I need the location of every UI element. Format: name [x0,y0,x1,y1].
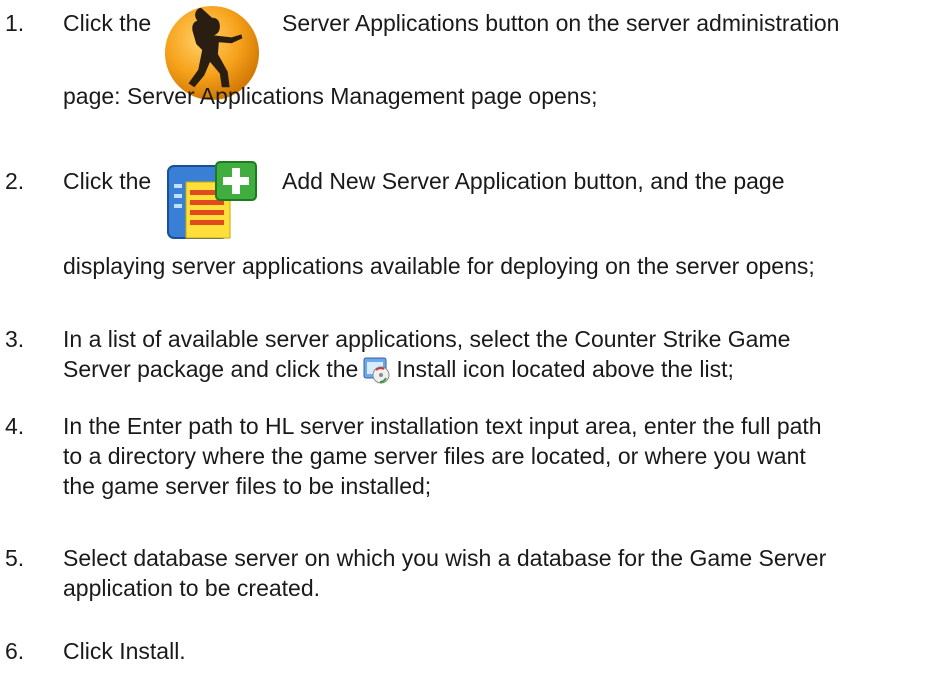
step-text-line1: In the Enter path to HL server installat… [63,413,822,439]
add-new-server-application-icon [167,161,257,239]
step-text-line2: page: Server Applications Management pag… [63,83,598,109]
step-text-line1: Click Install. [63,638,186,664]
step-text-after-icon: Server Applications button on the server… [282,10,840,36]
step-number: 4. [5,413,25,439]
step-text-line1: Select database server on which you wish… [63,545,827,571]
step-number: 3. [5,326,25,352]
step-text-line2: displaying server applications available… [63,253,815,279]
step-text-before-icon: Click the [63,10,152,36]
step-text-before-icon: Server package and click the [63,356,359,383]
step-number: 5. [5,545,25,571]
step-text-line3: the game server files to be installed; [63,473,432,499]
step-number: 6. [5,638,25,664]
step-number: 1. [5,10,25,36]
step-text-line2: application to be created. [63,575,321,601]
install-icon [363,357,390,384]
step-text-line2: to a directory where the game server fil… [63,443,806,469]
step-text-line1: In a list of available server applicatio… [63,326,791,352]
step-text-after-icon: Add New Server Application button, and t… [282,168,785,194]
step-text-before-icon: Click the [63,168,152,194]
step-text-after-icon: Install icon located above the list; [396,356,734,383]
step-text-line2: Server package and click the Install ico… [63,356,734,386]
step-number: 2. [5,168,25,194]
